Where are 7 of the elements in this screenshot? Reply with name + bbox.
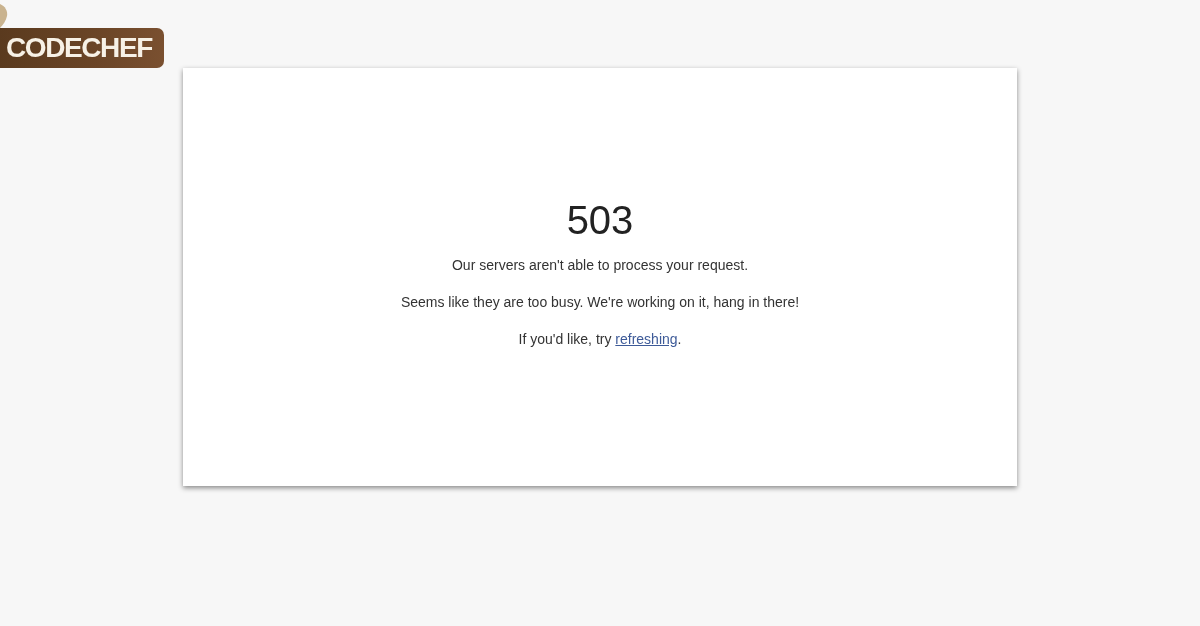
error-message: Our servers aren't able to process your request. bbox=[452, 256, 748, 275]
refresh-link[interactable]: refreshing bbox=[615, 331, 678, 347]
error-message: Seems like they are too busy. We're working on it, hang in there! bbox=[400, 293, 800, 312]
error-code: 503 bbox=[566, 197, 634, 244]
retry-message: If you'd like, try refreshing. bbox=[518, 330, 682, 349]
logo-emblem-icon bbox=[0, 4, 8, 28]
logo[interactable]: CODECHEF bbox=[0, 28, 164, 68]
